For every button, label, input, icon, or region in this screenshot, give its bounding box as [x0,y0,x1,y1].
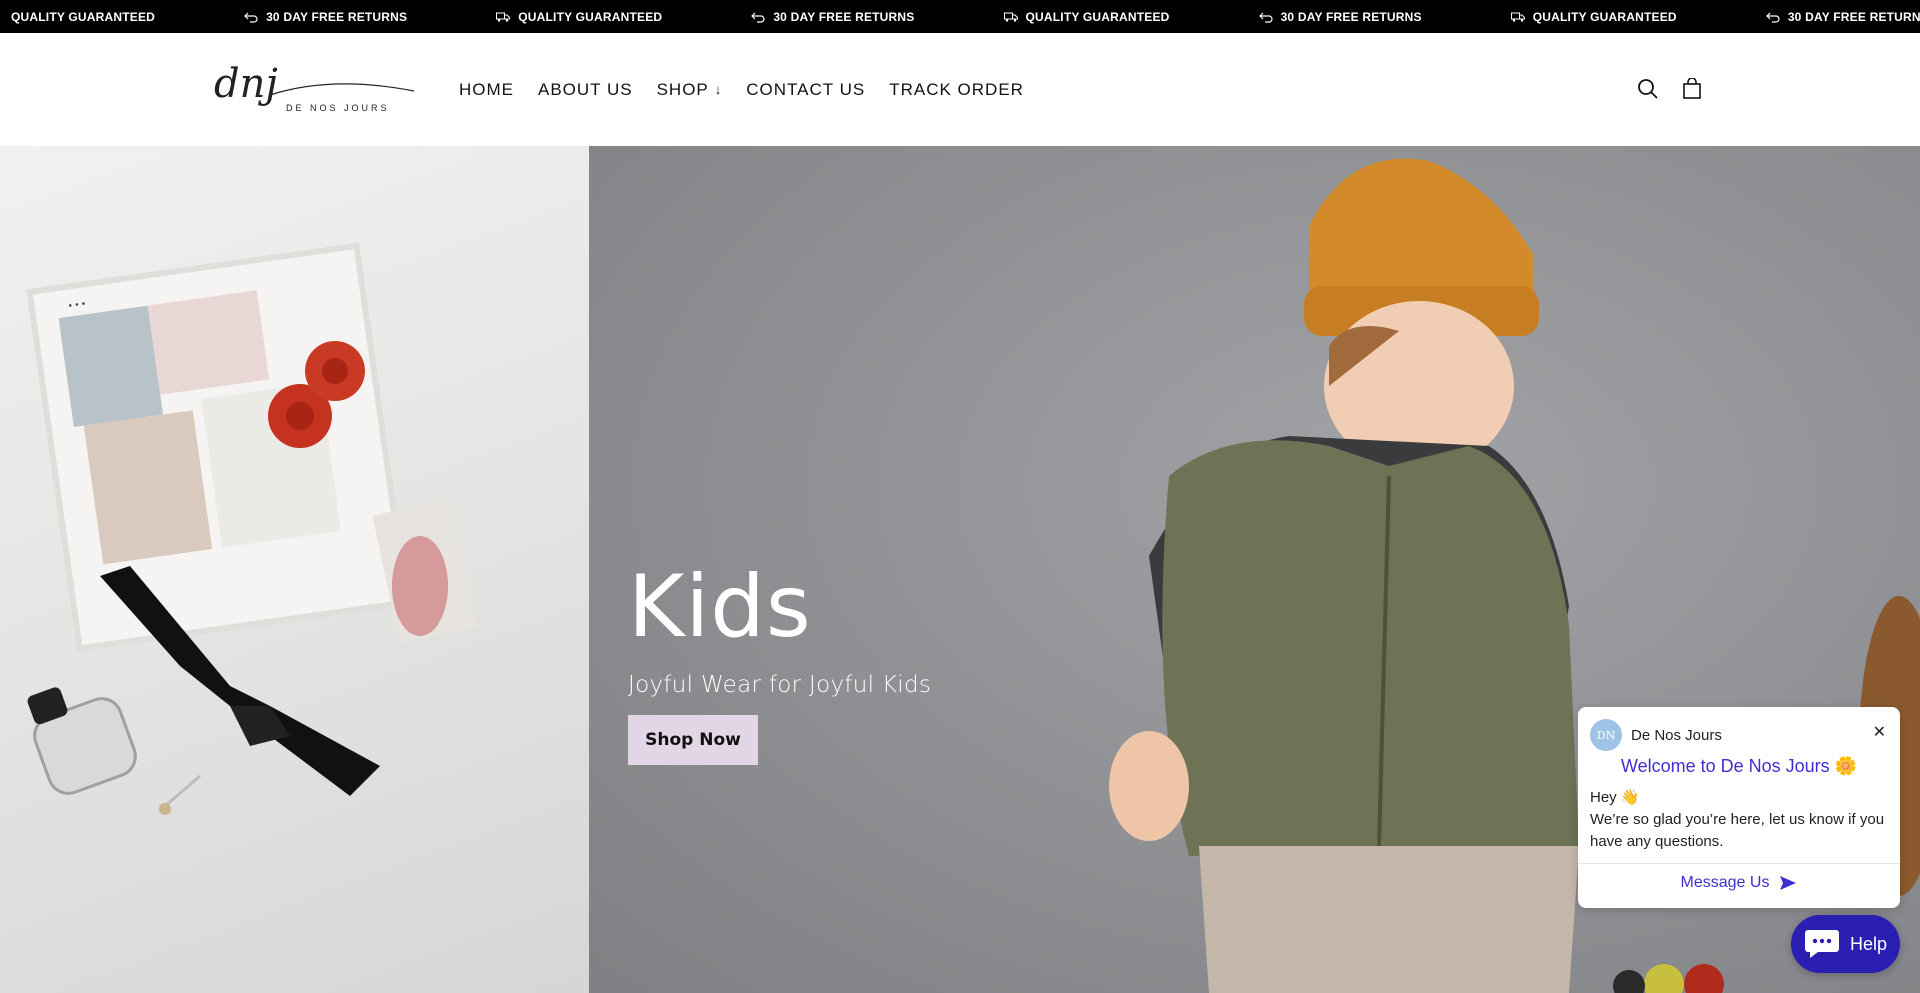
avatar: DN [1590,719,1622,751]
announcement-text: 30 DAY FREE RETURNS [266,9,408,24]
announcement-item: 30 DAY FREE RETURNS [740,10,992,24]
announcement-text: 30 DAY FREE RETURNS [1787,9,1920,24]
help-label: Help [1849,933,1888,954]
announcement-item: 30 DAY FREE RETURNS [1248,10,1500,24]
message-us-button[interactable]: Message Us [1578,874,1900,892]
return-arrow-icon [244,11,258,23]
chat-greeting: Hey 👋 [1590,789,1640,806]
chat-message: Hey 👋 We’re so glad you’re here, let us … [1590,787,1890,853]
help-button[interactable]: Help [1791,915,1900,973]
message-us-label: Message Us [1680,874,1770,891]
announcement-text: QUALITY GUARANTEED [1532,9,1677,24]
announcement-item: QUALITY GUARANTEED [0,10,233,24]
nav-about-us[interactable]: ABOUT US [538,80,633,100]
nav-about-label: ABOUT US [538,79,633,99]
chat-store-name: De Nos Jours [1631,726,1722,744]
nav-contact-us[interactable]: CONTACT US [746,80,865,100]
send-icon [1780,876,1797,890]
announcement-text: QUALITY GUARANTEED [11,9,156,24]
announcement-item: 30 DAY FREE RETURNS [1755,10,1920,24]
announcement-item: QUALITY GUARANTEED [993,10,1248,24]
announcement-bar: QUALITY GUARANTEED 30 DAY FREE RETURNS QUA… [0,0,1920,33]
logo-graphic: dnj DE NOS JOURS [214,61,415,113]
chevron-down-icon: ↓ [714,82,723,97]
chat-bubble-icon [1804,930,1839,958]
logo-mark: dnj [214,61,278,107]
announcement-text: QUALITY GUARANTEED [518,9,663,24]
nav-shop[interactable]: SHOP ↓ [657,80,723,100]
chat-body: We’re so glad you’re here, let us know i… [1590,811,1885,850]
chat-divider [1578,863,1900,864]
nav-home[interactable]: HOME [459,80,514,100]
hero-content: Kids Joyful Wear for Joyful Kids Shop No… [628,564,931,765]
truck-icon [496,11,511,23]
truck-icon [1003,11,1018,23]
announcement-text: 30 DAY FREE RETURNS [773,9,915,24]
search-icon[interactable] [1636,77,1660,101]
shopping-bag-icon[interactable] [1680,77,1704,101]
chat-header: DN De Nos Jours [1590,719,1722,751]
announcement-text: QUALITY GUARANTEED [1025,9,1170,24]
hero-subtitle: Joyful Wear for Joyful Kids [628,672,932,698]
nav-contact-label: CONTACT US [746,79,866,99]
return-arrow-icon [1765,11,1780,23]
return-arrow-icon [751,11,765,23]
shop-now-button[interactable]: Shop Now [628,715,758,765]
nav-track-label: TRACK ORDER [889,79,1024,99]
site-logo[interactable]: dnj DE NOS JOURS [212,55,417,125]
announcement-item: QUALITY GUARANTEED [485,10,740,24]
announcement-text: 30 DAY FREE RETURNS [1280,9,1422,24]
chat-welcome: Welcome to De Nos Jours 🌼 [1620,756,1858,776]
nav-track-order[interactable]: TRACK ORDER [889,80,1024,100]
nav-shop-label: SHOP [656,79,709,99]
return-arrow-icon [1258,11,1273,23]
close-icon[interactable]: ✕ [1873,722,1886,742]
svg-text:…: … [64,285,87,312]
site-header: dnj DE NOS JOURS HOME ABOUT US SHOP ↓ CON… [0,33,1920,146]
hero-image-flatlay: … [0,146,589,993]
nav-home-label: HOME [459,79,514,99]
logo-text: DE NOS JOURS [286,103,390,113]
hero-title: Kids [628,557,812,657]
truck-icon [1510,11,1525,23]
chat-widget: DN De Nos Jours ✕ Welcome to De Nos Jour… [1578,707,1900,908]
announcement-track: QUALITY GUARANTEED 30 DAY FREE RETURNS QUA… [0,0,1920,33]
announcement-item: 30 DAY FREE RETURNS [233,10,485,24]
announcement-item: QUALITY GUARANTEED [1500,10,1755,24]
main-nav: HOME ABOUT US SHOP ↓ CONTACT US TRACK ORD… [459,33,1048,146]
